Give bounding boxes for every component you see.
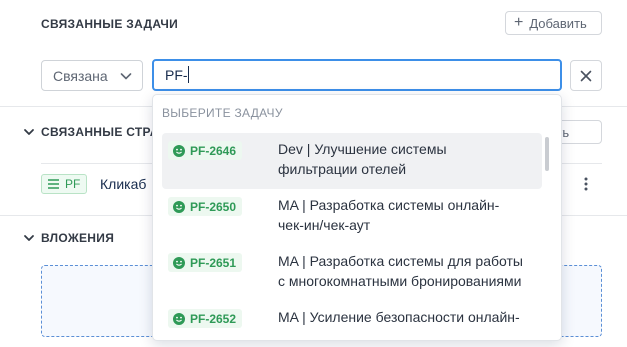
task-suggestions-dropdown: ВЫБЕРИТЕ ЗАДАЧУ PF-2646 Dev | Улучшение … — [152, 94, 562, 341]
task-id: PF-2650 — [190, 199, 237, 214]
task-title-line: чек-ин/чек-аут — [278, 217, 371, 233]
add-related-task-button[interactable]: + Добавить — [505, 11, 602, 35]
list-icon — [48, 179, 59, 189]
status-smile-icon — [173, 312, 185, 325]
task-title-line: MA | Разработка системы онлайн- — [278, 197, 500, 213]
text-caret — [188, 66, 189, 83]
task-title: MA | Разработка системы для работы с мно… — [278, 251, 543, 291]
status-smile-icon — [173, 256, 185, 269]
chevron-down-icon — [120, 73, 132, 80]
task-title: Dev | Улучшение системы фильтрации отеле… — [278, 139, 543, 179]
related-tasks-panel: СВЯЗАННЫЕ ЗАДАЧИ + Добавить Связана СВЯЗ… — [0, 0, 627, 347]
relation-type-value: Связана — [53, 67, 108, 84]
task-id: PF-2652 — [190, 311, 237, 326]
task-title: MA | Разработка системы онлайн- чек-ин/ч… — [278, 195, 543, 235]
task-option[interactable]: PF-2652 MA | Усиление безопасности онлай… — [162, 301, 543, 340]
related-tasks-title: СВЯЗАННЫЕ ЗАДАЧИ — [41, 17, 179, 31]
task-id-badge: PF-2646 — [168, 141, 243, 160]
task-option[interactable]: PF-2650 MA | Разработка системы онлайн- … — [162, 189, 542, 245]
plus-icon: + — [514, 14, 524, 31]
add-button-label: Добавить — [529, 15, 587, 31]
relation-type-select[interactable]: Связана — [41, 60, 143, 91]
cancel-search-button[interactable] — [570, 60, 602, 91]
linked-pages-title: СВЯЗАННЫЕ СТРА — [41, 125, 159, 139]
task-title-line: MA | Усиление безопасности онлайн- — [278, 309, 520, 325]
task-id: PF-2646 — [190, 143, 237, 158]
task-title-line: с многокомнатными бронированиями — [278, 273, 522, 289]
collapse-chevron-icon[interactable] — [23, 232, 35, 244]
task-search-input[interactable] — [152, 59, 562, 91]
task-title-line: Dev | Улучшение системы — [278, 141, 447, 157]
dropdown-scrollbar[interactable] — [545, 137, 549, 171]
collapse-chevron-icon[interactable] — [23, 126, 35, 138]
task-title-line: MA | Разработка системы для работы — [278, 253, 523, 269]
task-id-badge: PF-2651 — [168, 253, 243, 272]
task-id-badge: PF-2652 — [168, 309, 243, 328]
task-id: PF-2651 — [190, 255, 237, 270]
project-tag-label: PF — [65, 177, 81, 191]
attachments-title: ВЛОЖЕНИЯ — [41, 231, 115, 245]
task-id-badge: PF-2650 — [168, 197, 243, 216]
task-option[interactable]: PF-2646 Dev | Улучшение системы фильтрац… — [162, 133, 542, 189]
dropdown-header: ВЫБЕРИТЕ ЗАДАЧУ — [162, 106, 283, 120]
more-options-icon[interactable] — [584, 177, 588, 191]
task-title-line: фильтрации отелей — [278, 161, 407, 177]
status-smile-icon — [173, 200, 185, 213]
linked-item-title[interactable]: Кликаб — [100, 176, 146, 192]
status-smile-icon — [173, 144, 185, 157]
task-option[interactable]: PF-2651 MA | Разработка системы для рабо… — [162, 245, 542, 301]
close-icon — [580, 70, 592, 81]
project-tag: PF — [41, 174, 88, 194]
task-title: MA | Усиление безопасности онлайн- — [278, 307, 543, 327]
